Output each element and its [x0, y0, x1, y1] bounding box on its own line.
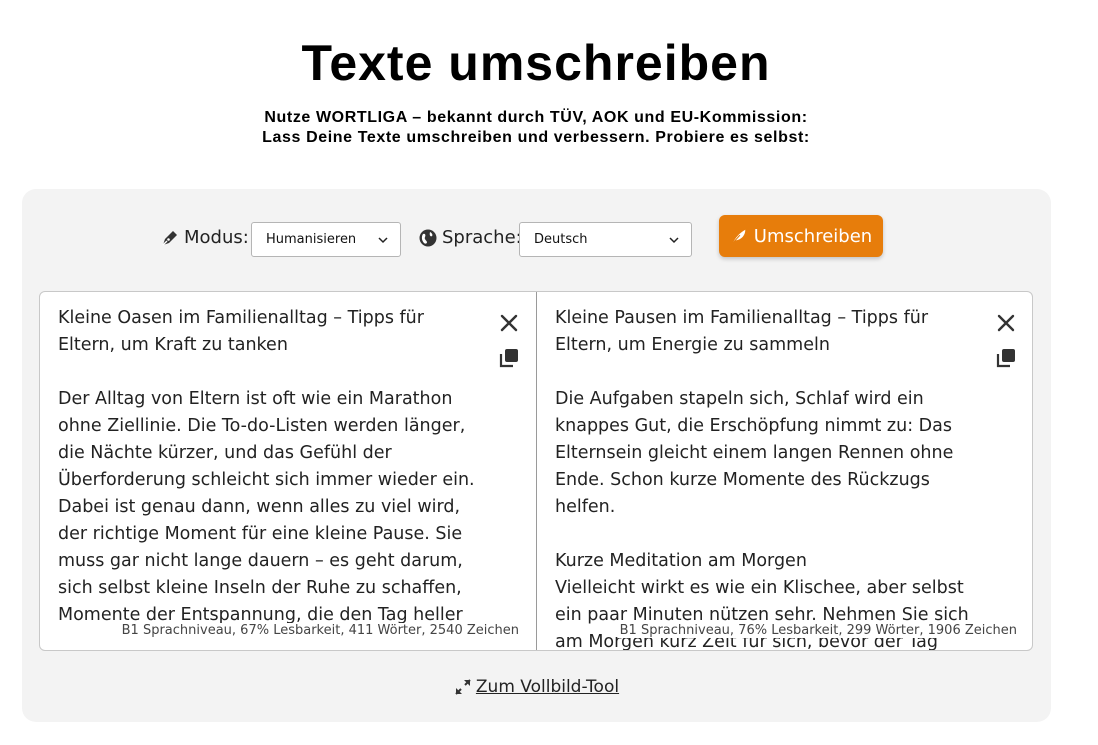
mode-select-value: Humanisieren: [266, 232, 357, 247]
close-icon[interactable]: [995, 312, 1017, 334]
language-label-text: Sprache:: [442, 227, 522, 248]
language-select[interactable]: Deutsch: [519, 222, 692, 257]
subtitle-line-1: Nutze WORTLIGA – bekannt durch TÜV, AOK …: [264, 109, 808, 126]
feather-icon: [732, 229, 746, 244]
pen-icon: [162, 230, 177, 245]
result-pane: Kleine Pausen im Familienalltag – Tipps …: [537, 292, 1032, 650]
editors-container: Kleine Oasen im Familienalltag – Tipps f…: [39, 291, 1033, 651]
close-icon[interactable]: [498, 312, 520, 334]
mode-label: Modus:: [160, 227, 249, 248]
mode-label-text: Modus:: [184, 227, 249, 248]
fullscreen-link-row: Zum Vollbild-Tool: [22, 677, 1051, 701]
source-pane: Kleine Oasen im Familienalltag – Tipps f…: [40, 292, 537, 650]
chevron-down-icon: [669, 236, 679, 243]
page-subtitle: Nutze WORTLIGA – bekannt durch TÜV, AOK …: [0, 108, 1072, 148]
source-stats: B1 Sprachniveau, 67% Lesbarkeit, 411 Wör…: [119, 623, 521, 638]
page-title: Texte umschreiben: [301, 35, 771, 91]
copy-icon[interactable]: [995, 347, 1017, 369]
rewrite-tool-panel: Modus: Humanisieren Sprache: Deutsch Ums…: [22, 189, 1051, 722]
expand-icon: [455, 679, 471, 695]
language-select-value: Deutsch: [534, 232, 588, 247]
globe-icon: [419, 229, 437, 246]
language-label: Sprache:: [418, 227, 522, 248]
rewrite-button-label: Umschreiben: [753, 225, 873, 247]
controls-bar: Modus: Humanisieren Sprache: Deutsch Ums…: [22, 215, 1051, 259]
result-stats: B1 Sprachniveau, 76% Lesbarkeit, 299 Wör…: [617, 623, 1019, 638]
chevron-down-icon: [378, 236, 388, 243]
fullscreen-link-text[interactable]: Zum Vollbild-Tool: [476, 677, 619, 697]
copy-icon[interactable]: [498, 347, 520, 369]
result-text-area[interactable]: Kleine Pausen im Familienalltag – Tipps …: [555, 305, 975, 650]
subtitle-line-2: Lass Deine Texte umschreiben und verbess…: [262, 129, 810, 146]
rewrite-button[interactable]: Umschreiben: [719, 215, 883, 257]
source-text-area[interactable]: Kleine Oasen im Familienalltag – Tipps f…: [58, 305, 478, 623]
fullscreen-link[interactable]: Zum Vollbild-Tool: [454, 677, 619, 697]
mode-select[interactable]: Humanisieren: [251, 222, 401, 257]
